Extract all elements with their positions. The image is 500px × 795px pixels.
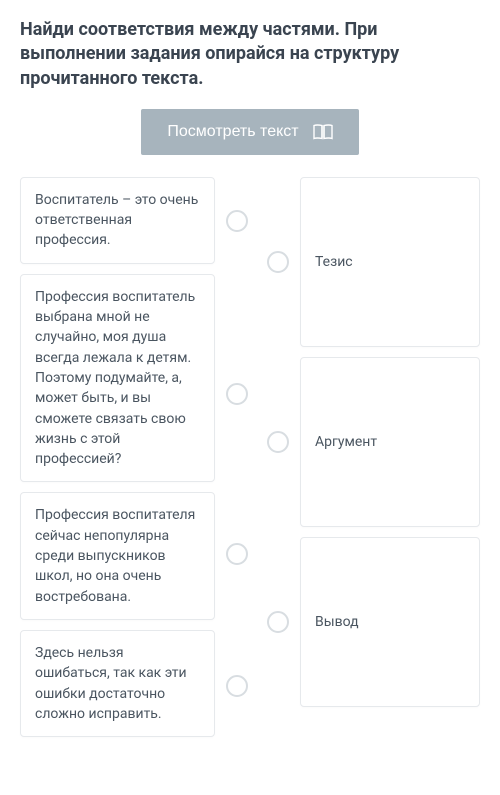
book-icon	[313, 124, 333, 140]
left-column: Воспитатель – это очень ответственная пр…	[20, 177, 215, 737]
left-card[interactable]: Здесь нельзя ошибаться, так как эти ошиб…	[20, 630, 215, 737]
matching-area: Воспитатель – это очень ответственная пр…	[20, 177, 480, 737]
left-card[interactable]: Воспитатель – это очень ответственная пр…	[20, 177, 215, 264]
right-card[interactable]: Тезис	[300, 177, 480, 347]
right-card-text: Тезис	[315, 252, 353, 272]
right-column: Тезис Аргумент Вывод	[300, 177, 480, 737]
right-card-text: Аргумент	[315, 432, 377, 452]
task-title: Найди соответствия между частями. При вы…	[20, 18, 480, 91]
view-text-label: Посмотреть текст	[167, 123, 298, 141]
connector-right[interactable]	[267, 431, 289, 453]
right-card-text: Вывод	[315, 612, 359, 632]
left-card-text: Профессия воспитателя сейчас непопулярна…	[35, 507, 195, 604]
view-text-button[interactable]: Посмотреть текст	[141, 109, 358, 155]
left-card-text: Воспитатель – это очень ответственная пр…	[35, 192, 198, 249]
left-card[interactable]: Профессия воспитатель выбрана мной не сл…	[20, 274, 215, 483]
connector-right[interactable]	[267, 611, 289, 633]
left-card[interactable]: Профессия воспитателя сейчас непопулярна…	[20, 492, 215, 619]
left-card-text: Здесь нельзя ошибаться, так как эти ошиб…	[35, 645, 187, 722]
right-card[interactable]: Аргумент	[300, 357, 480, 527]
left-card-text: Профессия воспитатель выбрана мной не сл…	[35, 289, 195, 467]
connector-right[interactable]	[267, 251, 289, 273]
right-card[interactable]: Вывод	[300, 537, 480, 707]
